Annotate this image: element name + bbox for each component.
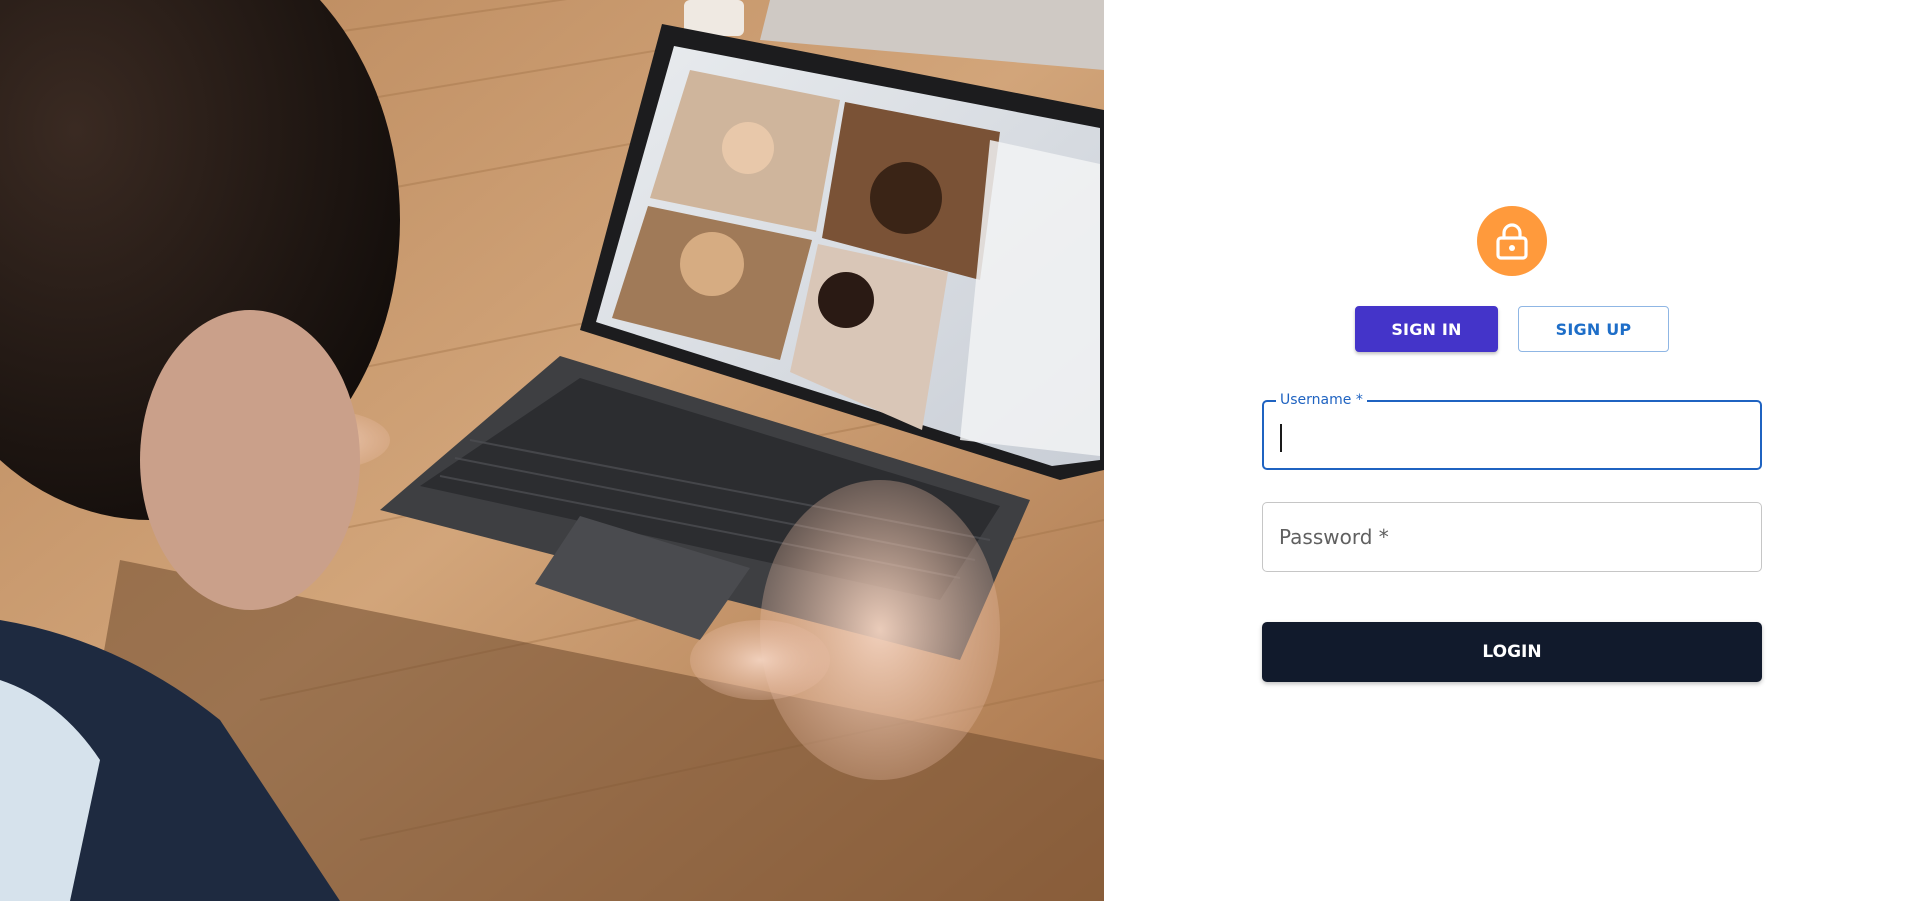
password-input[interactable] [1277,519,1737,553]
username-label: Username * [1276,392,1367,408]
password-field[interactable]: Password * [1262,502,1762,572]
lock-avatar [1477,206,1547,276]
username-field[interactable]: Username * [1262,392,1762,470]
hero-illustration [0,0,1104,901]
hero-image [0,0,1104,901]
text-cursor [1280,424,1282,452]
lock-icon [1496,223,1528,260]
login-page: SIGN IN SIGN UP Username * Password * LO… [0,0,1919,901]
auth-panel: SIGN IN SIGN UP Username * Password * LO… [1104,0,1919,901]
login-button[interactable]: LOGIN [1262,622,1762,682]
sign-up-tab-button[interactable]: SIGN UP [1518,306,1669,352]
sign-in-tab-button[interactable]: SIGN IN [1355,306,1498,352]
username-input[interactable] [1278,418,1738,452]
